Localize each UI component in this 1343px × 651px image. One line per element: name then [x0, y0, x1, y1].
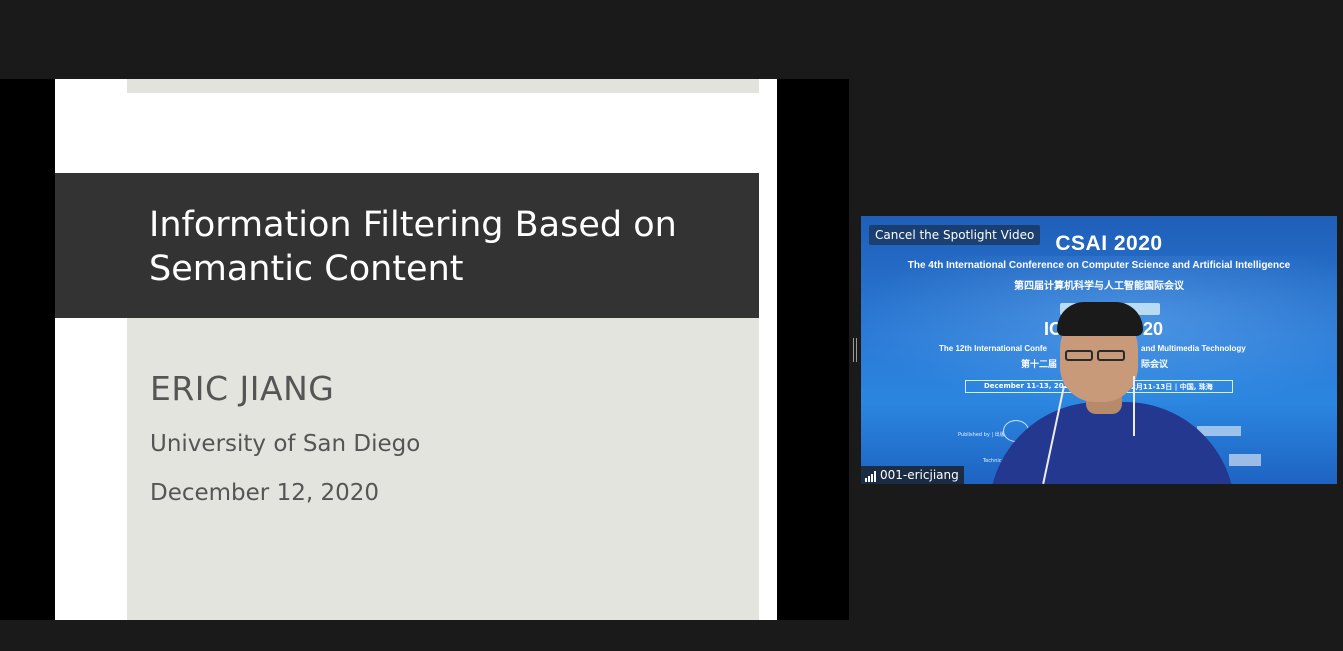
signal-strength-icon — [865, 471, 876, 482]
banner-subtitle: The 4th International Conference on Comp… — [907, 260, 1291, 271]
banner-chinese-title: 第四届计算机科学与人工智能国际会议 — [1014, 281, 1184, 292]
banner-date-left: December 11-13, 2020 — [984, 382, 1074, 390]
banner-publisher-text: Published by | 出版 — [958, 432, 1005, 438]
banner-chinese-line-right: 际会议 — [1141, 360, 1169, 370]
banner-logo-right: 20 — [1143, 319, 1164, 339]
sponsor-logo — [1229, 454, 1261, 466]
author-affiliation: University of San Diego — [150, 431, 421, 457]
speaker-hair — [1057, 302, 1143, 336]
slide-body-band: ERIC JIANG University of San Diego Decem… — [127, 318, 759, 620]
cancel-spotlight-button[interactable]: Cancel the Spotlight Video — [869, 225, 1041, 245]
slide-title: Information Filtering Based on Semantic … — [149, 205, 677, 289]
banner-chinese-line-left: 第十二届 — [1021, 360, 1058, 370]
banner-conference-line-left: The 12th International Confe — [939, 344, 1048, 353]
resize-handle[interactable] — [853, 338, 857, 362]
participant-name: 001-ericjiang — [880, 468, 959, 482]
participant-name-label: 001-ericjiang — [861, 466, 964, 484]
slide-title-band: Information Filtering Based on Semantic … — [55, 173, 759, 318]
earphone-wire — [1133, 376, 1135, 436]
speaker-video-tile[interactable]: CSAI 2020 The 4th International Conferen… — [861, 216, 1337, 484]
slide-top-band — [127, 79, 759, 93]
shared-screen: Information Filtering Based on Semantic … — [0, 79, 849, 620]
banner-conference-line-right: and Multimedia Technology — [1141, 344, 1246, 353]
presentation-slide: Information Filtering Based on Semantic … — [55, 79, 777, 620]
presentation-date: December 12, 2020 — [150, 480, 380, 506]
banner-date-right: 2月11-13日 | 中国, 珠海 — [1131, 383, 1213, 391]
speaker-glasses — [1065, 346, 1133, 361]
author-name: ERIC JIANG — [150, 369, 335, 408]
